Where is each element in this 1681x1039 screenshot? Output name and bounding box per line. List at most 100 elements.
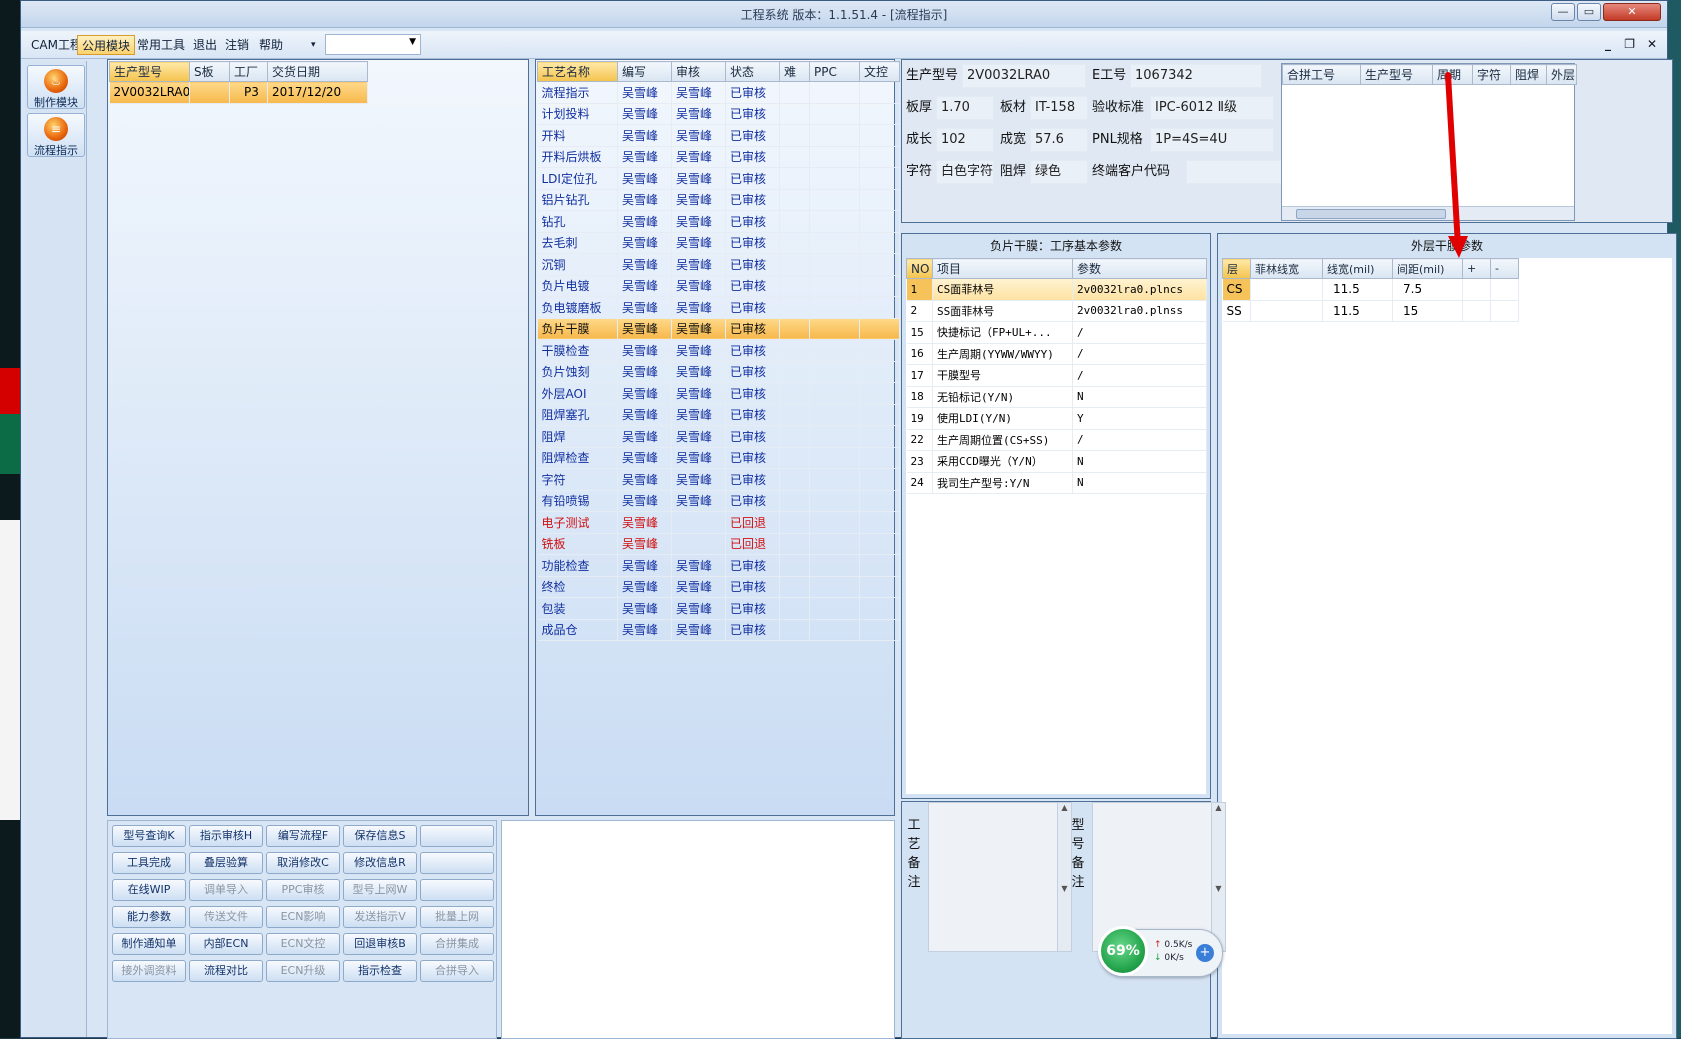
cell[interactable]: SS (1222, 300, 1251, 322)
table-row[interactable]: 干膜检查 吴雪峰 吴雪峰 已审核 (537, 339, 900, 362)
pnl-field[interactable]: 1P=4S=4U (1150, 128, 1274, 152)
table-row[interactable]: 开料后烘板 吴雪峰 吴雪峰 已审核 (537, 146, 900, 168)
eno-field[interactable]: 1067342 (1130, 64, 1262, 88)
col-header[interactable]: 工厂 (229, 61, 268, 82)
table-row[interactable]: 铣板 吴雪峰 已回退 (537, 533, 900, 555)
action-button[interactable] (420, 852, 494, 874)
table-row[interactable]: CS 11.5 7.5 (1222, 278, 1519, 301)
col-header[interactable]: 状态 (725, 61, 780, 82)
col-header[interactable]: - (1490, 258, 1519, 279)
mask-color-field[interactable]: 绿色 (1030, 160, 1088, 184)
table-row[interactable]: 钻孔 吴雪峰 吴雪峰 已审核 (537, 210, 900, 233)
customer-code-field[interactable] (1186, 160, 1282, 184)
menu-common-modules[interactable]: 公用模块 (77, 35, 136, 55)
action-button[interactable]: 工具完成 (112, 852, 186, 874)
table-row[interactable]: 功能检查 吴雪峰 吴雪峰 已审核 (537, 554, 900, 577)
maximize-button[interactable]: ▭ (1577, 3, 1601, 21)
col-header[interactable]: 交货日期 (267, 61, 368, 82)
col-header[interactable]: 生产型号 (1360, 64, 1433, 85)
table-row[interactable]: 计划投料 吴雪峰 吴雪峰 已审核 (537, 103, 900, 125)
vertical-scrollbar[interactable]: ▲ ▼ (1211, 803, 1225, 951)
action-button[interactable]: 批量上网 (420, 906, 494, 928)
col-header[interactable]: 合拼工号 (1282, 64, 1361, 85)
col-header[interactable]: 审核 (671, 61, 726, 82)
action-button[interactable]: ECN文控 (266, 933, 340, 955)
minimize-button[interactable]: — (1551, 3, 1575, 21)
cell[interactable] (1462, 278, 1491, 301)
table-row[interactable]: 终检 吴雪峰 吴雪峰 已审核 (537, 576, 900, 598)
table-row[interactable]: 19 使用LDI(Y/N) Y (906, 407, 1207, 430)
col-header[interactable]: PPC (809, 61, 860, 82)
table-row[interactable]: 阻焊检查 吴雪峰 吴雪峰 已审核 (537, 447, 900, 469)
table-row[interactable]: 23 采用CCD曝光（Y/N） N (906, 450, 1207, 473)
table-row[interactable]: 负片蚀刻 吴雪峰 吴雪峰 已审核 (537, 361, 900, 383)
table-row[interactable]: 沉铜 吴雪峰 吴雪峰 已审核 (537, 253, 900, 276)
action-button[interactable]: 合拼集成 (420, 933, 494, 955)
col-header[interactable]: 字符 (1472, 64, 1511, 85)
col-header[interactable]: 难 (779, 61, 810, 82)
table-row[interactable]: 16 生产周期(YYWW/WWYY) / (906, 343, 1207, 365)
cell[interactable]: 7.5 (1392, 278, 1463, 301)
action-button[interactable]: 内部ECN (189, 933, 263, 955)
table-row[interactable]: 1 CS面菲林号 2v0032lra0.plncs (906, 278, 1207, 301)
table-row[interactable]: 2 SS面菲林号 2v0032lra0.plnss (906, 300, 1207, 322)
table-row[interactable]: 有铅喷锡 吴雪峰 吴雪峰 已审核 (537, 490, 900, 512)
cell[interactable] (1250, 278, 1323, 301)
table-row[interactable]: 17 干膜型号 / (906, 364, 1207, 387)
add-icon[interactable]: + (1196, 944, 1214, 962)
table-row[interactable]: 电子测试 吴雪峰 已回退 (537, 511, 900, 534)
action-button[interactable]: 发送指示V (343, 906, 417, 928)
action-button[interactable]: ECN升级 (266, 960, 340, 982)
action-button[interactable]: 取消修改C (266, 852, 340, 874)
table-row[interactable]: SS 11.5 15 (1222, 300, 1519, 322)
action-button[interactable]: 传送文件 (189, 906, 263, 928)
table-row[interactable]: 流程指示 吴雪峰 吴雪峰 已审核 (537, 81, 900, 104)
length-field[interactable]: 102 (936, 128, 994, 152)
horizontal-scrollbar[interactable] (1282, 206, 1574, 220)
action-button[interactable]: 流程对比 (189, 960, 263, 982)
col-header[interactable]: 菲林线宽 (1250, 258, 1323, 279)
table-row[interactable]: LDI定位孔 吴雪峰 吴雪峰 已审核 (537, 167, 900, 190)
col-header[interactable]: 线宽(mil) (1322, 258, 1393, 279)
menu-help[interactable]: 帮助 (255, 35, 287, 55)
table-row[interactable]: 包装 吴雪峰 吴雪峰 已审核 (537, 597, 900, 620)
table-row[interactable]: 字符 吴雪峰 吴雪峰 已审核 (537, 468, 900, 491)
cell[interactable] (1490, 300, 1519, 322)
col-header[interactable]: 工艺名称 (537, 61, 618, 82)
table-row[interactable]: 24 我司生产型号:Y/N N (906, 472, 1207, 494)
action-button[interactable]: 回退审核B (343, 933, 417, 955)
menu-common-tools[interactable]: 常用工具 (133, 35, 189, 55)
col-header[interactable]: 间距(mil) (1392, 258, 1463, 279)
table-row[interactable]: 18 无铅标记(Y/N) N (906, 386, 1207, 408)
table-row[interactable]: 开料 吴雪峰 吴雪峰 已审核 (537, 124, 900, 147)
col-header[interactable]: 外层 (1546, 64, 1577, 85)
table-row[interactable]: 阻焊塞孔 吴雪峰 吴雪峰 已审核 (537, 404, 900, 426)
action-button[interactable]: 调单导入 (189, 879, 263, 901)
cell[interactable] (1490, 278, 1519, 301)
nav-make-module[interactable]: ♨ 制作模块 (27, 65, 85, 109)
col-header[interactable]: 生产型号 (109, 61, 190, 82)
table-row[interactable]: 22 生产周期位置(CS+SS) / (906, 429, 1207, 451)
table-row[interactable]: 阻焊 吴雪峰 吴雪峰 已审核 (537, 425, 900, 448)
action-button[interactable]: 合拼导入 (420, 960, 494, 982)
col-header[interactable]: 项目 (932, 258, 1073, 279)
col-header[interactable]: 文控 (859, 61, 900, 82)
close-button[interactable]: ✕ (1603, 3, 1661, 21)
cell[interactable]: 11.5 (1322, 278, 1393, 301)
action-button[interactable]: 保存信息S (343, 825, 417, 847)
cell[interactable]: 15 (1392, 300, 1463, 322)
cell[interactable]: CS (1222, 278, 1251, 301)
table-row[interactable]: 负片干膜 吴雪峰 吴雪峰 已审核 (537, 318, 900, 340)
table-row[interactable]: 15 快捷标记（FP+UL+... / (906, 321, 1207, 344)
standard-field[interactable]: IPC-6012 Ⅱ级 (1150, 96, 1274, 120)
action-button[interactable]: PPC审核 (266, 879, 340, 901)
menu-exit[interactable]: 退出 (189, 35, 221, 55)
model-field[interactable]: 2V0032LRA0 (962, 64, 1086, 88)
action-button[interactable]: 叠层验算 (189, 852, 263, 874)
scroll-thumb[interactable] (1296, 209, 1446, 219)
nav-process-indication[interactable]: ≡ 流程指示 (27, 113, 85, 157)
action-button[interactable]: 能力参数 (112, 906, 186, 928)
menu-overflow-icon[interactable]: ▾ (307, 35, 320, 55)
table-row[interactable]: 外层AOI 吴雪峰 吴雪峰 已审核 (537, 382, 900, 405)
action-button[interactable]: 制作通知单 (112, 933, 186, 955)
